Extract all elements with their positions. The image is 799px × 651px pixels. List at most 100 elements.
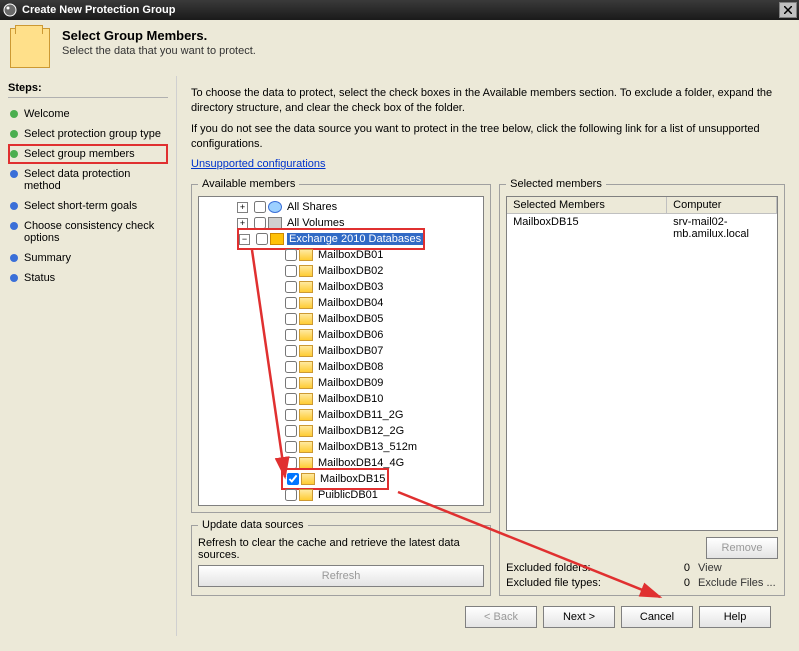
cell-member: MailboxDB15: [507, 214, 667, 242]
tree-checkbox[interactable]: [285, 377, 297, 389]
excluded-types-count: 0: [668, 577, 698, 589]
database-icon: [301, 473, 315, 485]
step-4: Select short-term goals: [8, 196, 168, 216]
tree-label[interactable]: MailboxDB07: [316, 345, 385, 357]
tree-label[interactable]: MailboxDB05: [316, 313, 385, 325]
tree-checkbox[interactable]: [254, 201, 266, 213]
expand-icon[interactable]: +: [237, 218, 248, 229]
database-icon: [299, 249, 313, 261]
tree-checkbox[interactable]: [285, 345, 297, 357]
tree-label[interactable]: MailboxDB02: [316, 265, 385, 277]
tree-row[interactable]: MailboxDB05: [201, 311, 481, 327]
step-3: Select data protection method: [8, 164, 168, 196]
refresh-button[interactable]: Refresh: [198, 565, 484, 587]
tree-label[interactable]: MailboxDB13_512m: [316, 441, 419, 453]
selected-row[interactable]: MailboxDB15srv-mail02-mb.amilux.local: [507, 214, 777, 242]
tree-checkbox[interactable]: [285, 425, 297, 437]
tree-checkbox[interactable]: [285, 329, 297, 341]
app-icon: [2, 2, 18, 18]
tree-row[interactable]: MailboxDB03: [201, 279, 481, 295]
steps-heading: Steps:: [8, 82, 168, 98]
database-icon: [299, 281, 313, 293]
database-node-checked[interactable]: MailboxDB15: [281, 468, 389, 490]
tree-checkbox[interactable]: [285, 489, 297, 501]
tree-label[interactable]: MailboxDB04: [316, 297, 385, 309]
database-icon: [299, 393, 313, 405]
tree-row[interactable]: MailboxDB02: [201, 263, 481, 279]
selected-table[interactable]: Selected Members Computer MailboxDB15srv…: [506, 196, 778, 531]
tree-checkbox[interactable]: [285, 249, 297, 261]
tree-row[interactable]: MailboxDB11_2G: [201, 407, 481, 423]
close-button[interactable]: [779, 2, 797, 18]
tree-label[interactable]: MailboxDB09: [316, 377, 385, 389]
tree-row[interactable]: MailboxDB09: [201, 375, 481, 391]
database-icon: [299, 361, 313, 373]
tree-checkbox[interactable]: [285, 393, 297, 405]
tree-label[interactable]: MailboxDB10: [316, 393, 385, 405]
database-icon: [299, 345, 313, 357]
tree-checkbox[interactable]: [285, 265, 297, 277]
step-label: Welcome: [24, 108, 70, 120]
instruction-text-1: To choose the data to protect, select th…: [191, 86, 785, 116]
tree-checkbox[interactable]: [285, 297, 297, 309]
step-bullet-icon: [10, 110, 18, 118]
expand-icon[interactable]: +: [237, 202, 248, 213]
view-excluded-link[interactable]: View: [698, 562, 778, 574]
cancel-button[interactable]: Cancel: [621, 606, 693, 628]
step-5: Choose consistency check options: [8, 216, 168, 248]
step-2: Select group members: [8, 144, 168, 164]
tree-checkbox[interactable]: [285, 281, 297, 293]
exchange-root-node[interactable]: − Exchange 2010 Databases: [237, 228, 425, 250]
exclude-files-link[interactable]: Exclude Files ...: [698, 577, 778, 589]
tree-row[interactable]: MailboxDB10: [201, 391, 481, 407]
tree-label[interactable]: All Shares: [285, 201, 339, 213]
tree-checkbox[interactable]: [285, 409, 297, 421]
page-title: Select Group Members.: [62, 28, 256, 43]
tree-row[interactable]: MailboxDB12_2G: [201, 423, 481, 439]
help-button[interactable]: Help: [699, 606, 771, 628]
tree-row[interactable]: MailboxDB06: [201, 327, 481, 343]
tree-checkbox[interactable]: [285, 361, 297, 373]
step-bullet-icon: [10, 130, 18, 138]
instruction-text-2: If you do not see the data source you wa…: [191, 122, 785, 152]
tree-label[interactable]: MailboxDB12_2G: [316, 425, 406, 437]
tree-checkbox[interactable]: [256, 233, 268, 245]
update-text: Refresh to clear the cache and retrieve …: [198, 537, 484, 561]
tree-checkbox[interactable]: [285, 313, 297, 325]
tree-checkbox[interactable]: [287, 473, 299, 485]
tree-row[interactable]: − Exchange 2010 Databases: [201, 231, 481, 247]
tree-label[interactable]: PuiblicDB01: [316, 489, 380, 501]
tree-label[interactable]: MailboxDB03: [316, 281, 385, 293]
tree-row[interactable]: MailboxDB08: [201, 359, 481, 375]
collapse-icon[interactable]: −: [239, 234, 250, 245]
tree-checkbox[interactable]: [285, 441, 297, 453]
available-tree[interactable]: +All Shares+All Volumes−Exchange 2010 Da…: [198, 196, 484, 506]
tree-label[interactable]: Exchange 2010 Databases: [287, 233, 423, 245]
tree-row[interactable]: + All Shares: [201, 199, 481, 215]
tree-row[interactable]: PuiblicDB01: [201, 487, 481, 503]
col-selected-members[interactable]: Selected Members: [507, 197, 667, 213]
tree-label[interactable]: MailboxDB08: [316, 361, 385, 373]
step-label: Select data protection method: [24, 168, 166, 192]
tree-label[interactable]: MailboxDB01: [316, 249, 385, 261]
tree-row[interactable]: MailboxDB04: [201, 295, 481, 311]
step-1: Select protection group type: [8, 124, 168, 144]
step-bullet-icon: [10, 202, 18, 210]
tree-label[interactable]: MailboxDB11_2G: [316, 409, 405, 421]
step-7: Status: [8, 268, 168, 288]
next-button[interactable]: Next >: [543, 606, 615, 628]
tree-label[interactable]: MailboxDB15: [318, 473, 387, 485]
database-icon: [299, 409, 313, 421]
tree-label[interactable]: MailboxDB06: [316, 329, 385, 341]
unsupported-link[interactable]: Unsupported configurations: [191, 158, 326, 170]
back-button[interactable]: < Back: [465, 606, 537, 628]
tree-row[interactable]: MailboxDB15: [201, 471, 481, 487]
available-members-panel: Available members +All Shares+All Volume…: [191, 178, 491, 596]
tree-row[interactable]: MailboxDB07: [201, 343, 481, 359]
excluded-types-label: Excluded file types:: [506, 577, 668, 589]
step-label: Status: [24, 272, 55, 284]
tree-row[interactable]: MailboxDB13_512m: [201, 439, 481, 455]
main-panel: To choose the data to protect, select th…: [177, 76, 799, 636]
col-computer[interactable]: Computer: [667, 197, 777, 213]
remove-button[interactable]: Remove: [706, 537, 778, 559]
